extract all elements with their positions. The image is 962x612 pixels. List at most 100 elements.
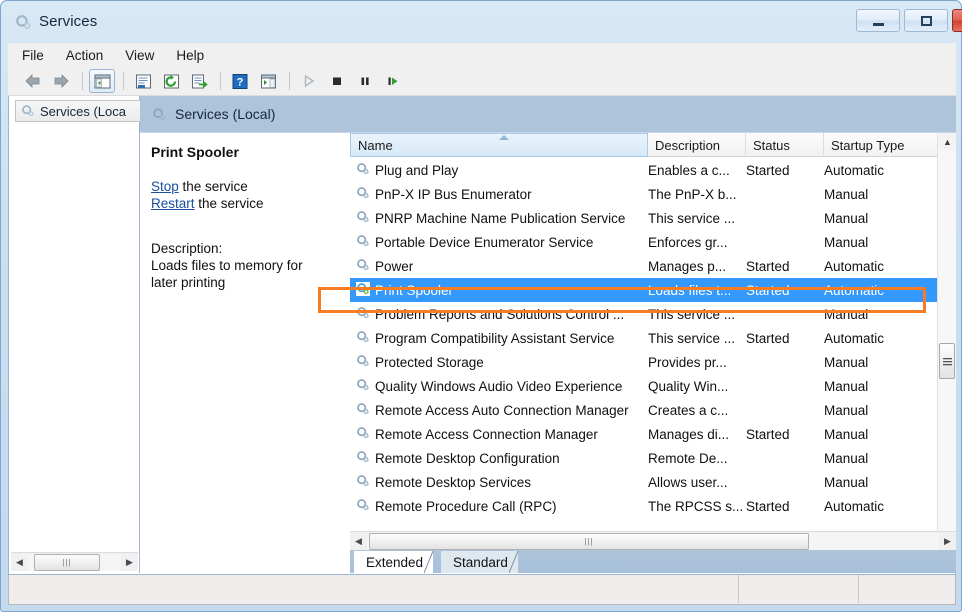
tree-item-services-local[interactable]: Services (Loca	[15, 100, 143, 122]
tab-standard[interactable]: Standard	[441, 551, 518, 573]
restart-service-button[interactable]	[380, 69, 406, 93]
forward-button[interactable]	[48, 69, 74, 93]
list-vscroll-thumb[interactable]	[939, 343, 955, 379]
show-action-pane-button[interactable]	[255, 69, 281, 93]
table-row[interactable]: Remote Procedure Call (RPC)The RPCSS s..…	[350, 494, 937, 518]
tree-horizontal-scrollbar[interactable]: ◀ ||| ▶	[11, 552, 138, 571]
close-button[interactable]: ✕	[952, 9, 962, 32]
tab-extended[interactable]: Extended	[354, 551, 433, 573]
stop-service-action[interactable]: Stop the service	[151, 179, 340, 194]
column-header-description[interactable]: Description	[648, 133, 746, 157]
properties-button[interactable]	[130, 69, 156, 93]
table-row[interactable]: Remote Access Auto Connection ManagerCre…	[350, 398, 937, 422]
table-row[interactable]: PnP-X IP Bus EnumeratorThe PnP-X b...Man…	[350, 182, 937, 206]
list-vscroll-track[interactable]	[938, 150, 956, 534]
cell-startup-type: Automatic	[824, 158, 937, 182]
tree-scroll-track[interactable]: |||	[28, 554, 121, 571]
table-row[interactable]: Portable Device Enumerator ServiceEnforc…	[350, 230, 937, 254]
cell-description-label: This service ...	[648, 331, 735, 346]
column-header-status[interactable]: Status	[746, 133, 824, 157]
menu-item-action[interactable]: Action	[66, 46, 115, 65]
list-hscroll-thumb[interactable]: |||	[369, 533, 809, 550]
show-hide-console-tree-button[interactable]	[89, 69, 115, 93]
pane-header: Services (Local)	[140, 96, 956, 132]
menu-item-help[interactable]: Help	[176, 46, 215, 65]
cell-status: Started	[746, 278, 824, 302]
table-row[interactable]: Plug and PlayEnables a c...StartedAutoma…	[350, 158, 937, 182]
stop-link[interactable]: Stop	[151, 179, 179, 194]
table-row[interactable]: PowerManages p...StartedAutomatic	[350, 254, 937, 278]
maximize-button[interactable]	[904, 9, 948, 32]
list-horizontal-scrollbar[interactable]: ◀ ||| ▶	[350, 531, 956, 550]
console-tree-pane: Services (Loca ◀ ||| ▶	[9, 96, 140, 573]
cell-name: PnP-X IP Bus Enumerator	[350, 182, 648, 206]
service-gear-icon	[356, 354, 370, 368]
cell-startup-type: Manual	[824, 182, 937, 206]
table-row[interactable]: Quality Windows Audio Video ExperienceQu…	[350, 374, 937, 398]
cell-description: Provides pr...	[648, 350, 746, 374]
service-gear-icon	[356, 186, 370, 203]
cell-startup-type-label: Manual	[824, 211, 868, 226]
cell-status: Started	[746, 494, 824, 518]
scroll-left-arrow-icon[interactable]: ◀	[11, 554, 28, 571]
cell-startup-type-label: Manual	[824, 403, 868, 418]
table-row[interactable]: PNRP Machine Name Publication ServiceThi…	[350, 206, 937, 230]
results-pane: Services (Local) Print Spooler Stop the …	[140, 96, 956, 573]
cell-name-label: Remote Access Auto Connection Manager	[375, 403, 629, 418]
list-hscroll-track[interactable]: |||	[367, 533, 939, 550]
help-icon: ?	[232, 74, 248, 89]
table-row[interactable]: Remote Desktop ConfigurationRemote De...…	[350, 446, 937, 470]
back-button[interactable]	[20, 69, 46, 93]
refresh-button[interactable]	[158, 69, 184, 93]
column-header-startup-type[interactable]: Startup Type	[824, 133, 937, 157]
cell-startup-type-label: Manual	[824, 187, 868, 202]
table-row[interactable]: Remote Desktop ServicesAllows user...Man…	[350, 470, 937, 494]
scroll-right-arrow-icon[interactable]: ▶	[121, 554, 138, 571]
cell-startup-type: Manual	[824, 206, 937, 230]
list-column-headers: Name Description Status Startup Type	[350, 133, 937, 157]
cell-description-label: The RPCSS s...	[648, 499, 743, 514]
cell-description-label: Enforces gr...	[648, 235, 728, 250]
stop-service-button[interactable]	[324, 69, 350, 93]
cell-name: Power	[350, 254, 648, 278]
tree-scroll-thumb[interactable]: |||	[34, 554, 100, 571]
table-row[interactable]: Problem Reports and Solutions Control ..…	[350, 302, 937, 326]
table-row[interactable]: Remote Access Connection ManagerManages …	[350, 422, 937, 446]
service-gear-icon	[356, 330, 370, 347]
cell-name-label: Problem Reports and Solutions Control ..…	[375, 307, 624, 322]
scroll-right-arrow-icon[interactable]: ▶	[939, 533, 956, 550]
service-gear-icon	[356, 210, 370, 227]
cell-name-label: PNRP Machine Name Publication Service	[375, 211, 625, 226]
service-gear-icon	[356, 474, 370, 488]
list-vertical-scrollbar[interactable]: ▲ ▼	[937, 133, 956, 551]
pane-header-label: Services (Local)	[175, 106, 275, 122]
cell-status-label: Started	[746, 331, 790, 346]
cell-status: Started	[746, 326, 824, 350]
column-header-name[interactable]: Name	[350, 133, 648, 157]
cell-name-label: Program Compatibility Assistant Service	[375, 331, 614, 346]
table-row[interactable]: Program Compatibility Assistant Service T…	[350, 326, 937, 350]
cell-status-label: Started	[746, 427, 790, 442]
start-service-button[interactable]	[296, 69, 322, 93]
table-row[interactable]: Print SpoolerLoads files t...StartedAuto…	[350, 278, 937, 302]
cell-startup-type-label: Automatic	[824, 499, 884, 514]
cell-name: Remote Desktop Services	[350, 470, 648, 494]
cell-status	[746, 230, 824, 254]
export-list-button[interactable]	[186, 69, 212, 93]
help-button[interactable]: ?	[227, 69, 253, 93]
pause-service-button[interactable]	[352, 69, 378, 93]
scroll-up-arrow-icon[interactable]: ▲	[938, 133, 957, 150]
minimize-button[interactable]	[856, 9, 900, 32]
cell-startup-type-label: Manual	[824, 475, 868, 490]
service-gear-icon	[356, 162, 370, 179]
restart-service-action[interactable]: Restart the service	[151, 196, 340, 211]
service-gear-icon	[356, 474, 370, 491]
menu-item-file[interactable]: File	[22, 46, 55, 65]
menu-item-view[interactable]: View	[125, 46, 165, 65]
cell-startup-type: Manual	[824, 374, 937, 398]
tab-extended-label: Extended	[366, 555, 423, 570]
cell-name-label: Remote Access Connection Manager	[375, 427, 598, 442]
table-row[interactable]: Protected StorageProvides pr...Manual	[350, 350, 937, 374]
scroll-left-arrow-icon[interactable]: ◀	[350, 533, 367, 550]
restart-link[interactable]: Restart	[151, 196, 195, 211]
